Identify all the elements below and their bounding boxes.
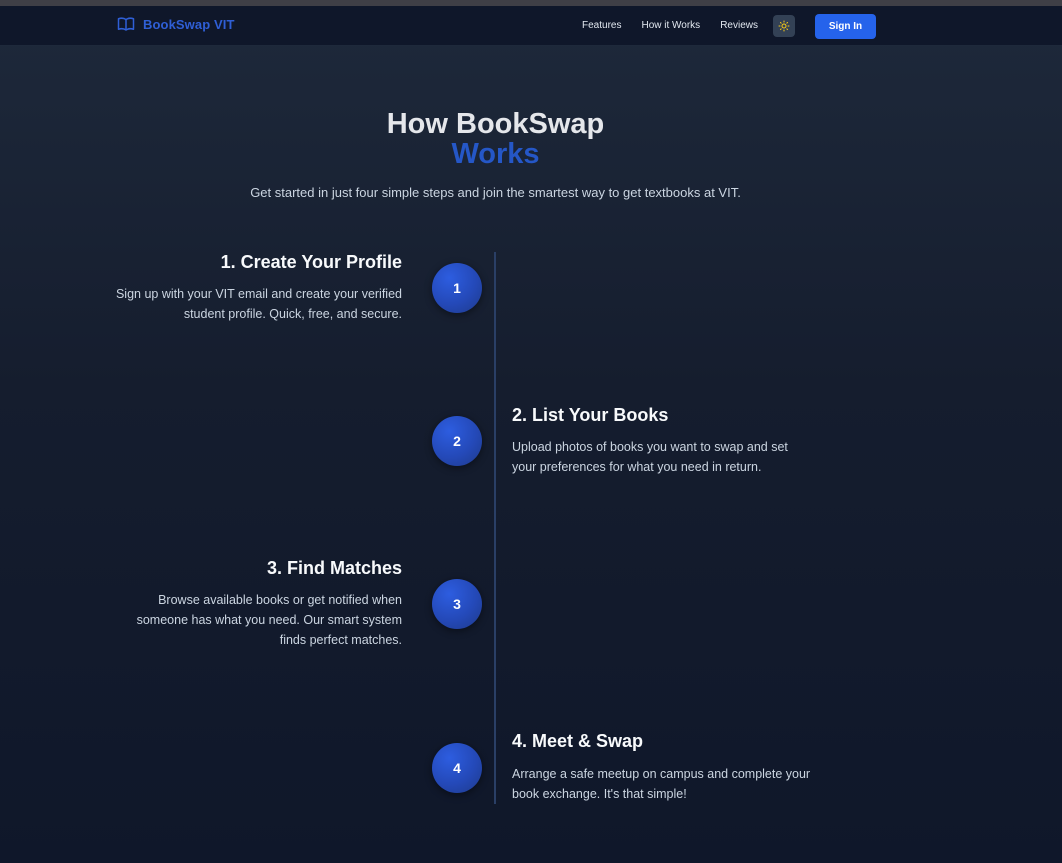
step-1-number-badge: 1 <box>432 263 482 313</box>
section-title: How BookSwap <box>386 108 605 140</box>
nav-link-how-it-works[interactable]: How it Works <box>641 20 700 31</box>
section-title-highlight: Works <box>451 138 540 170</box>
step-3-title: 3. Find Matches <box>266 558 402 578</box>
sun-icon <box>778 20 790 32</box>
timeline-line <box>494 252 496 804</box>
step-1-title: 1. Create Your Profile <box>220 252 402 272</box>
nav-link-reviews[interactable]: Reviews <box>720 20 758 31</box>
brand-logo[interactable]: BookSwap VIT <box>117 16 235 32</box>
step-3-number-badge: 3 <box>432 579 482 629</box>
step-1-description: Sign up with your VIT email and create y… <box>115 287 402 321</box>
step-2-number-badge: 2 <box>432 416 482 466</box>
step-2-description: Upload photos of books you want to swap … <box>512 440 788 474</box>
nav-link-features[interactable]: Features <box>582 20 621 31</box>
brand-name: BookSwap VIT <box>143 16 235 32</box>
book-open-icon <box>117 17 135 31</box>
step-2-title: 2. List Your Books <box>512 405 669 425</box>
navbar: BookSwap VIT Features How it Works Revie… <box>0 6 1062 46</box>
step-4-description: Arrange a safe meetup on campus and comp… <box>512 767 811 801</box>
nav-links: Features How it Works Reviews <box>582 20 758 31</box>
section-subtitle: Get started in just four simple steps an… <box>250 185 741 200</box>
step-4-number-badge: 4 <box>432 743 482 793</box>
step-4-title: 4. Meet & Swap <box>512 731 644 751</box>
step-3-description: Browse available books or get notified w… <box>136 593 402 647</box>
sign-in-button[interactable]: Sign In <box>815 14 876 39</box>
theme-toggle-button[interactable] <box>773 15 795 37</box>
